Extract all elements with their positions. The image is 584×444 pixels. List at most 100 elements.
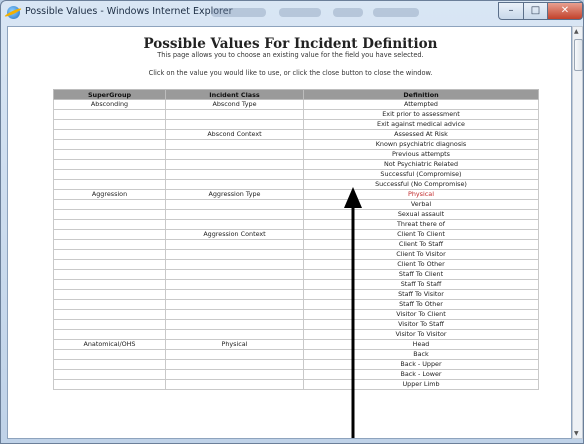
cell-definition[interactable]: Back - Upper [303,359,539,370]
table-row[interactable]: Successful (No Compromise) [53,179,539,190]
table-row[interactable]: Abscond Context Assessed At Risk [53,129,539,140]
cell-supergroup [53,229,166,240]
cell-definition[interactable]: Client To Visitor [303,249,539,260]
cell-definition[interactable]: Client To Client [303,229,539,240]
cell-incident-class: Abscond Type [165,99,304,110]
cell-definition[interactable]: Known psychiatric diagnosis [303,139,539,150]
table-row[interactable]: Exit prior to assessment [53,109,539,120]
possible-values-table: SuperGroup Incident Class Definition Abs… [53,89,539,390]
cell-definition[interactable]: Upper Limb [303,379,539,390]
cell-definition[interactable]: Staff To Visitor [303,289,539,300]
cell-supergroup [53,249,166,260]
cell-incident-class [165,139,304,150]
cell-definition[interactable]: Staff To Client [303,269,539,280]
table-row[interactable]: Exit against medical advice [53,119,539,130]
minimize-button[interactable]: – [498,2,524,20]
scrollbar-thumb[interactable] [574,39,583,71]
column-header-incident-class: Incident Class [165,89,304,100]
cell-definition[interactable]: Threat there of [303,219,539,230]
table-row[interactable]: Threat there of [53,219,539,230]
table-row[interactable]: Client To Other [53,259,539,270]
cell-definition[interactable]: Sexual assault [303,209,539,220]
cell-definition[interactable]: Exit prior to assessment [303,109,539,120]
cell-definition[interactable]: Assessed At Risk [303,129,539,140]
cell-supergroup [53,159,166,170]
cell-definition[interactable]: Staff To Staff [303,279,539,290]
cell-definition[interactable]: Not Psychiatric Related [303,159,539,170]
table-row[interactable]: Client To Visitor [53,249,539,260]
cell-definition[interactable]: Verbal [303,199,539,210]
vertical-scrollbar[interactable]: ▲ ▼ [572,26,583,439]
cell-definition[interactable]: Attempted [303,99,539,110]
table-row[interactable]: Aggression Aggression Type Physical [53,189,539,200]
cell-definition[interactable]: Staff To Other [303,299,539,310]
cell-incident-class: Aggression Context [165,229,304,240]
blurred-title-region [373,8,419,17]
title-bar[interactable]: Possible Values - Windows Internet Explo… [1,1,583,25]
table-row[interactable]: Aggression Context Client To Client [53,229,539,240]
cell-incident-class [165,309,304,320]
page-title: Possible Values For Incident Definition [143,36,438,52]
cell-definition[interactable]: Exit against medical advice [303,119,539,130]
scroll-up-arrow-icon[interactable]: ▲ [574,28,579,35]
cell-definition[interactable]: Client To Other [303,259,539,270]
cell-definition[interactable]: Previous attempts [303,149,539,160]
cell-definition[interactable]: Successful (No Compromise) [303,179,539,190]
cell-definition[interactable]: Visitor To Visitor [303,329,539,340]
cell-definition[interactable]: Back [303,349,539,360]
blurred-title-region [333,8,363,17]
table-row[interactable]: Staff To Client [53,269,539,280]
cell-definition[interactable]: Head [303,339,539,350]
table-row[interactable]: Back [53,349,539,360]
cell-incident-class [165,149,304,160]
table-row[interactable]: Visitor To Visitor [53,329,539,340]
table-row[interactable]: Visitor To Client [53,309,539,320]
table-row[interactable]: Sexual assault [53,209,539,220]
cell-definition[interactable]: Physical [303,189,539,200]
cell-supergroup [53,289,166,300]
close-button[interactable]: ✕ [547,2,583,20]
table-row[interactable]: Visitor To Staff [53,319,539,330]
cell-supergroup [53,319,166,330]
cell-incident-class [165,259,304,270]
blurred-title-region [211,8,266,17]
cell-supergroup [53,269,166,280]
cell-supergroup [53,209,166,220]
cell-supergroup [53,329,166,340]
table-row[interactable]: Not Psychiatric Related [53,159,539,170]
cell-incident-class [165,349,304,360]
cell-definition[interactable]: Visitor To Client [303,309,539,320]
cell-supergroup [53,129,166,140]
cell-incident-class [165,369,304,380]
table-row[interactable]: Staff To Visitor [53,289,539,300]
cell-definition[interactable]: Successful (Compromise) [303,169,539,180]
cell-incident-class [165,199,304,210]
cell-incident-class: Abscond Context [165,129,304,140]
scroll-down-arrow-icon[interactable]: ▼ [574,430,579,437]
table-row[interactable]: Absconding Abscond Type Attempted [53,99,539,110]
cell-definition[interactable]: Client To Staff [303,239,539,250]
table-row[interactable]: Verbal [53,199,539,210]
cell-definition[interactable]: Back - Lower [303,369,539,380]
table-row[interactable]: Successful (Compromise) [53,169,539,180]
table-row[interactable]: Known psychiatric diagnosis [53,139,539,150]
cell-supergroup [53,279,166,290]
table-row[interactable]: Previous attempts [53,149,539,160]
table-row[interactable]: Staff To Staff [53,279,539,290]
cell-supergroup [53,369,166,380]
table-row[interactable]: Client To Staff [53,239,539,250]
table-row[interactable]: Back - Lower [53,369,539,380]
maximize-button[interactable]: □ [523,2,548,20]
cell-supergroup [53,349,166,360]
table-row[interactable]: Back - Upper [53,359,539,370]
cell-supergroup [53,309,166,320]
table-row[interactable]: Upper Limb [53,379,539,390]
column-header-supergroup: SuperGroup [53,89,166,100]
cell-supergroup [53,359,166,370]
cell-incident-class [165,319,304,330]
cell-definition[interactable]: Visitor To Staff [303,319,539,330]
cell-incident-class [165,169,304,180]
table-row[interactable]: Staff To Other [53,299,539,310]
cell-incident-class [165,379,304,390]
table-row[interactable]: Anatomical/OHS Physical Head [53,339,539,350]
